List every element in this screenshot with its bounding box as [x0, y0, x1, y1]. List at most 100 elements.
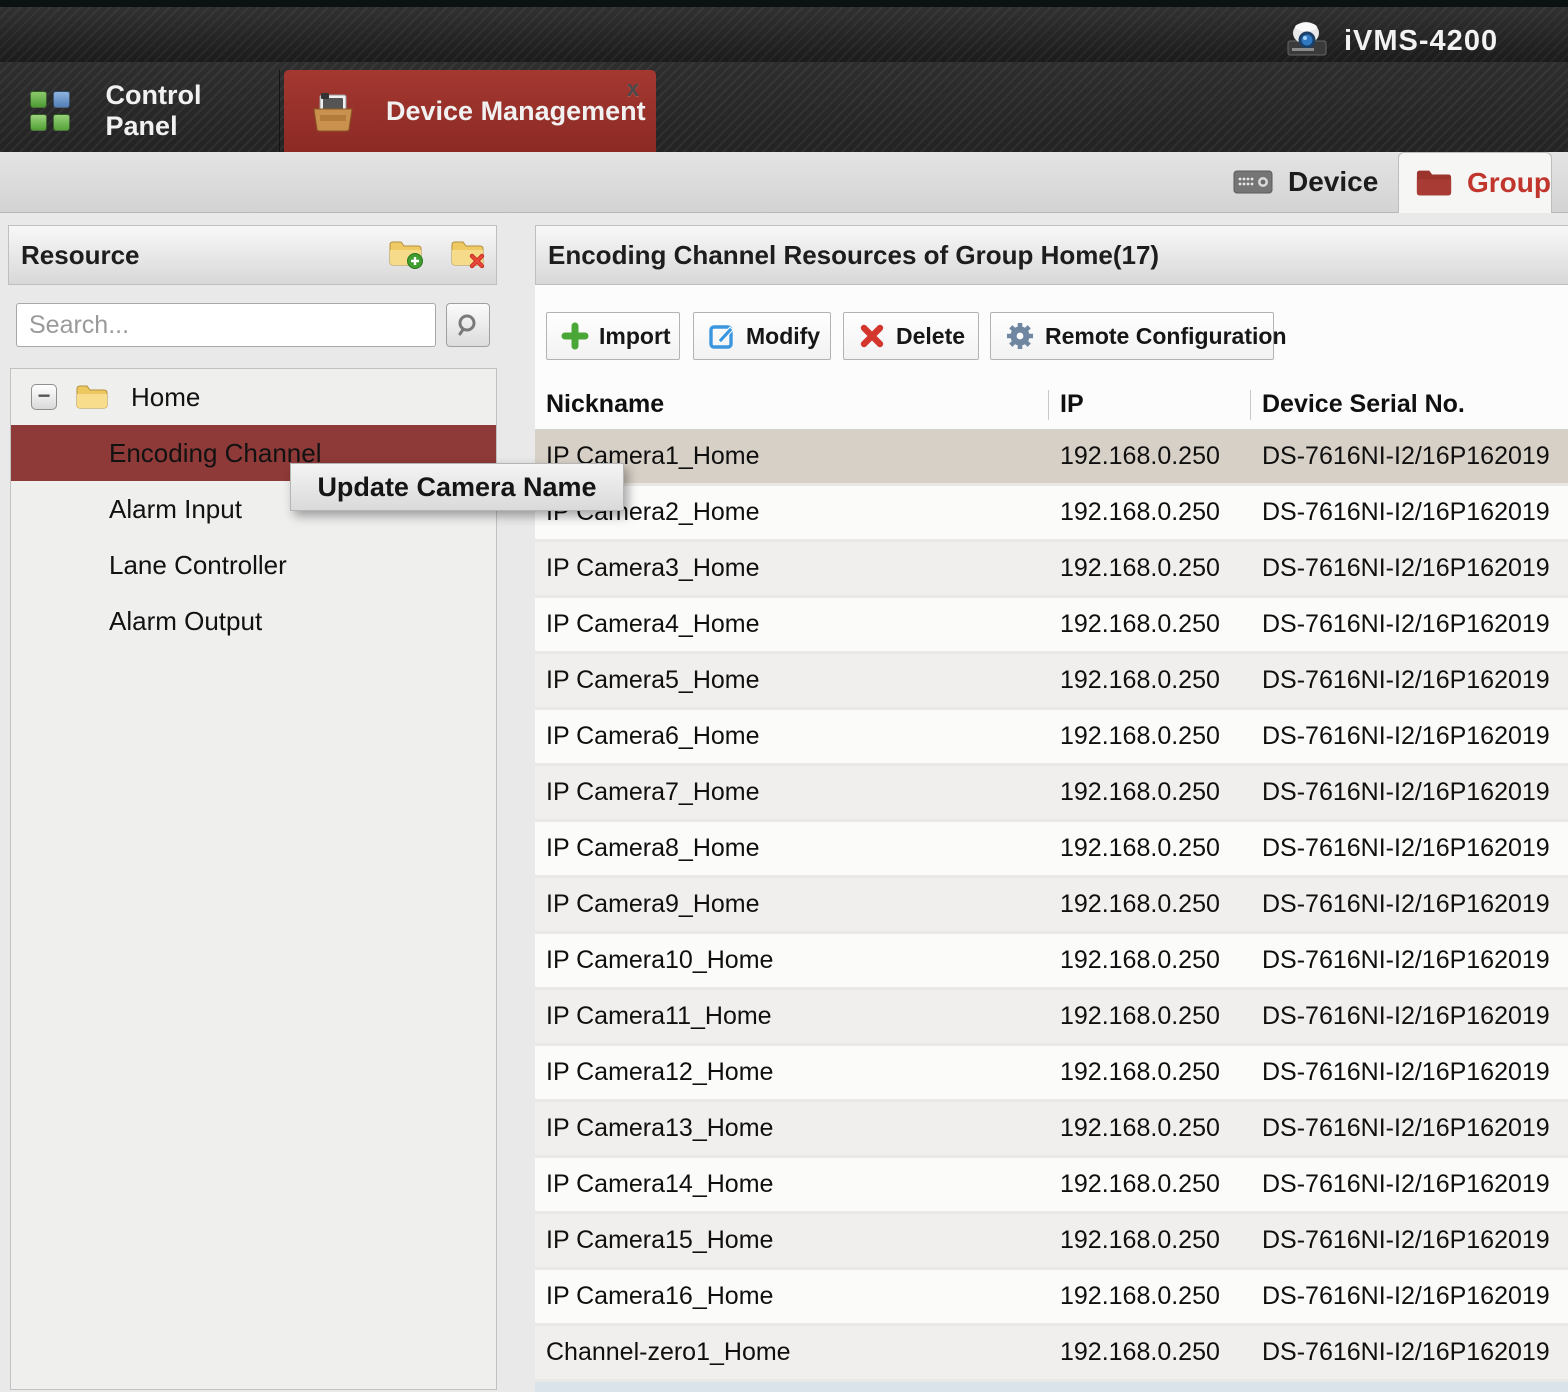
resource-tree: − Home Encoding ChannelAlarm InputLane C…	[10, 368, 497, 1390]
control-panel-grid-icon	[30, 91, 70, 131]
table-row[interactable]: IP Camera11_Home192.168.0.250DS-7616NI-I…	[535, 990, 1568, 1046]
cell-serial: DS-7616NI-I2/16P162019	[1262, 542, 1568, 595]
table-row[interactable]: IP Camera3_Home192.168.0.250DS-7616NI-I2…	[535, 542, 1568, 598]
cell-ip: 192.168.0.250	[1060, 654, 1220, 707]
tree-item-lane-controller[interactable]: Lane Controller	[11, 537, 496, 593]
main-tabbar: Control Panel Device Management x	[0, 62, 1568, 152]
table-row[interactable]: IP Camera1_Home192.168.0.250DS-7616NI-I2…	[535, 430, 1568, 486]
table-row[interactable]: IP Camera10_Home192.168.0.250DS-7616NI-I…	[535, 934, 1568, 990]
cell-ip: 192.168.0.250	[1060, 486, 1220, 539]
cell-nickname: IP Camera16_Home	[546, 1270, 773, 1323]
cell-nickname: Channel-zero1_Home	[546, 1326, 791, 1379]
window-titlebar: iVMS-4200	[0, 0, 1568, 62]
cell-ip: 192.168.0.250	[1060, 822, 1220, 875]
add-group-folder-icon[interactable]	[388, 238, 424, 270]
tree-item-label: Lane Controller	[109, 550, 287, 581]
cell-serial: DS-7616NI-I2/16P162019	[1262, 878, 1568, 931]
tab-group[interactable]: Group	[1398, 152, 1552, 213]
context-menu-item-update-camera-name[interactable]: Update Camera Name	[317, 472, 596, 503]
tree-item-label: Home	[131, 382, 200, 413]
edit-icon	[708, 321, 736, 351]
cell-serial: DS-7616NI-I2/16P162019	[1262, 710, 1568, 763]
button-label: Remote Configuration	[1045, 323, 1287, 350]
subtab-label: Group	[1467, 167, 1551, 199]
cell-serial: DS-7616NI-I2/16P162019	[1262, 486, 1568, 539]
device-icon	[1232, 167, 1274, 197]
table-row[interactable]: IP Camera16_Home192.168.0.250DS-7616NI-I…	[535, 1270, 1568, 1326]
cell-serial: DS-7616NI-I2/16P162019	[1262, 1326, 1568, 1379]
cell-nickname: IP Camera7_Home	[546, 766, 760, 819]
table-row[interactable]: IP Camera14_Home 192.168.0.250 DS-7616NI-I…	[535, 1158, 1568, 1214]
cell-ip: 192.168.0.250	[1060, 598, 1220, 651]
cell-serial: DS-7616NI-I2/16P162019	[1262, 1158, 1568, 1211]
table-row[interactable]: IP Camera15_Home192.168.0.250DS-7616NI-I…	[535, 1214, 1568, 1270]
cell-ip: 192.168.0.250	[1060, 1270, 1220, 1323]
cell-nickname: IP Camera3_Home	[546, 542, 760, 595]
modify-button[interactable]: Modify	[693, 312, 831, 360]
table-row[interactable]: IP Camera4_Home192.168.0.250DS-7616NI-I2…	[535, 598, 1568, 654]
tree-item-label: Alarm Output	[109, 606, 262, 637]
tab-label: Control Panel	[106, 80, 279, 142]
delete-group-folder-icon[interactable]	[450, 238, 486, 270]
table-row[interactable]: IP Camera5_Home192.168.0.250DS-7616NI-I2…	[535, 654, 1568, 710]
cell-nickname: IP Camera14_Home	[546, 1158, 773, 1211]
cell-ip: 192.168.0.250	[1060, 710, 1220, 763]
cell-ip: 192.168.0.250	[1060, 430, 1220, 483]
close-tab-icon[interactable]: x	[622, 78, 644, 100]
delete-button[interactable]: Delete	[843, 312, 979, 360]
device-management-toolbox-icon	[310, 89, 356, 133]
tab-device-management[interactable]: Device Management x	[284, 70, 656, 152]
search-input[interactable]	[16, 303, 436, 347]
cell-nickname: IP Camera10_Home	[546, 934, 773, 987]
table-row[interactable]: IP Camera7_Home192.168.0.250DS-7616NI-I2…	[535, 766, 1568, 822]
cell-serial: DS-7616NI-I2/16P162019	[1262, 598, 1568, 651]
partial-next-row	[535, 1382, 1568, 1392]
table-row[interactable]: IP Camera2_Home192.168.0.250DS-7616NI-I2…	[535, 486, 1568, 542]
tab-device[interactable]: Device	[1232, 152, 1392, 212]
cell-serial: DS-7616NI-I2/16P162019	[1262, 990, 1568, 1043]
context-menu: Update Camera Name	[290, 463, 624, 511]
cell-serial: DS-7616NI-I2/16P162019	[1262, 1102, 1568, 1155]
app-logo-icon	[1284, 21, 1332, 59]
search-icon	[455, 312, 481, 338]
cell-serial: DS-7616NI-I2/16P162019	[1262, 1214, 1568, 1267]
collapse-icon[interactable]: −	[31, 384, 57, 410]
search-button[interactable]	[446, 303, 490, 347]
plus-icon	[561, 321, 589, 351]
cell-ip: 192.168.0.250	[1060, 1046, 1220, 1099]
app-title: iVMS-4200	[1344, 7, 1498, 69]
subtab-label: Device	[1288, 166, 1378, 198]
folder-icon	[75, 383, 109, 411]
cell-ip: 192.168.0.250	[1060, 1326, 1220, 1379]
column-header-ip[interactable]: IP	[1060, 378, 1084, 430]
remote-configuration-button[interactable]: Remote Configuration	[990, 312, 1274, 360]
column-header-serial[interactable]: Device Serial No.	[1262, 378, 1465, 430]
cell-nickname: IP Camera12_Home	[546, 1046, 773, 1099]
cell-ip: 192.168.0.250	[1060, 766, 1220, 819]
table-row[interactable]: IP Camera8_Home192.168.0.250DS-7616NI-I2…	[535, 822, 1568, 878]
group-folder-icon	[1415, 167, 1453, 199]
column-divider	[1048, 390, 1049, 420]
table-toolbar: Import Modify Delete	[535, 285, 1568, 378]
table-row[interactable]: IP Camera13_Home192.168.0.250DS-7616NI-I…	[535, 1102, 1568, 1158]
button-label: Delete	[896, 323, 965, 350]
table-row[interactable]: IP Camera12_Home192.168.0.250DS-7616NI-I…	[535, 1046, 1568, 1102]
gear-icon	[1005, 321, 1035, 351]
cell-nickname: IP Camera8_Home	[546, 822, 760, 875]
table-row[interactable]: IP Camera6_Home192.168.0.250DS-7616NI-I2…	[535, 710, 1568, 766]
cell-nickname: IP Camera9_Home	[546, 878, 760, 931]
cell-nickname: IP Camera11_Home	[546, 990, 772, 1043]
cell-ip: 192.168.0.250	[1060, 1102, 1220, 1155]
cell-ip: 192.168.0.250	[1060, 1214, 1220, 1267]
resource-panel-title: Resource	[21, 240, 140, 271]
tree-item-home[interactable]: − Home	[11, 369, 496, 425]
import-button[interactable]: Import	[546, 312, 680, 360]
table-row[interactable]: Channel-zero1_Home 192.168.0.250 DS-7616NI…	[535, 1326, 1568, 1382]
tree-item-alarm-output[interactable]: Alarm Output	[11, 593, 496, 649]
cell-serial: DS-7616NI-I2/16P162019	[1262, 934, 1568, 987]
table-row[interactable]: IP Camera9_Home192.168.0.250DS-7616NI-I2…	[535, 878, 1568, 934]
column-header-nickname[interactable]: Nickname	[546, 378, 664, 430]
cell-ip: 192.168.0.250	[1060, 1158, 1220, 1211]
tab-control-panel[interactable]: Control Panel	[8, 70, 280, 152]
device-group-tabbar: Device Group	[0, 152, 1568, 213]
